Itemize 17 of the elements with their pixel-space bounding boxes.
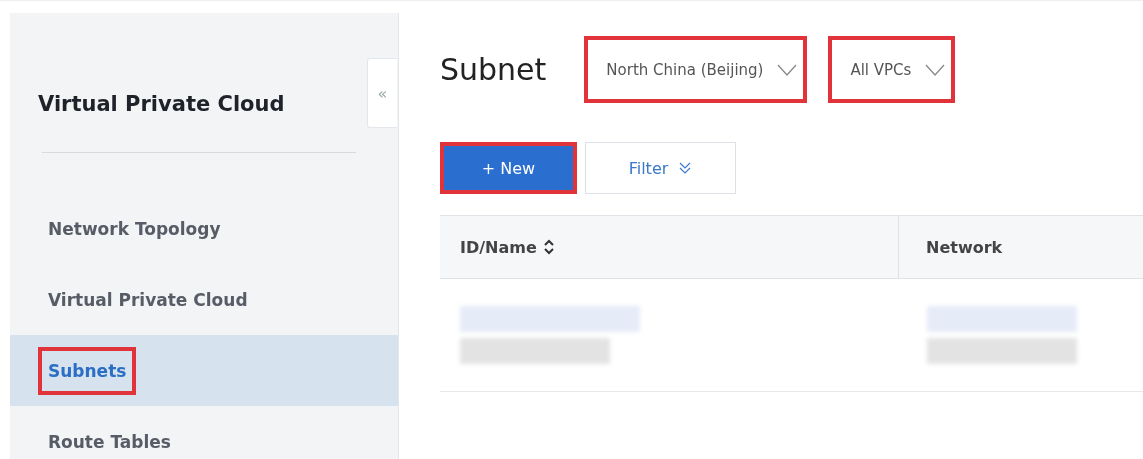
chevron-down-icon [777,63,798,76]
new-button[interactable]: + New [440,142,577,194]
sort-icon [542,238,555,256]
column-header: Network [926,237,1003,257]
page-title: Subnet [440,52,547,87]
column-header[interactable]: ID/Name [460,237,555,257]
double-chevron-down-icon [678,161,693,175]
sidebar-item[interactable]: Route Tables [10,406,398,459]
dropdown[interactable]: North China (Beijing) [584,36,808,103]
sidebar-item[interactable]: Virtual Private Cloud [10,264,398,335]
sidebar-title: Virtual Private Cloud [38,92,285,118]
filter-button[interactable]: Filter [585,142,736,194]
chevron-down-icon [925,63,946,76]
dropdown[interactable]: All VPCs [828,36,956,103]
highlight-frame: Subnets [38,346,137,395]
sidebar-item[interactable]: Network Topology [10,193,398,264]
sidebar-item[interactable]: Subnets [10,335,398,406]
